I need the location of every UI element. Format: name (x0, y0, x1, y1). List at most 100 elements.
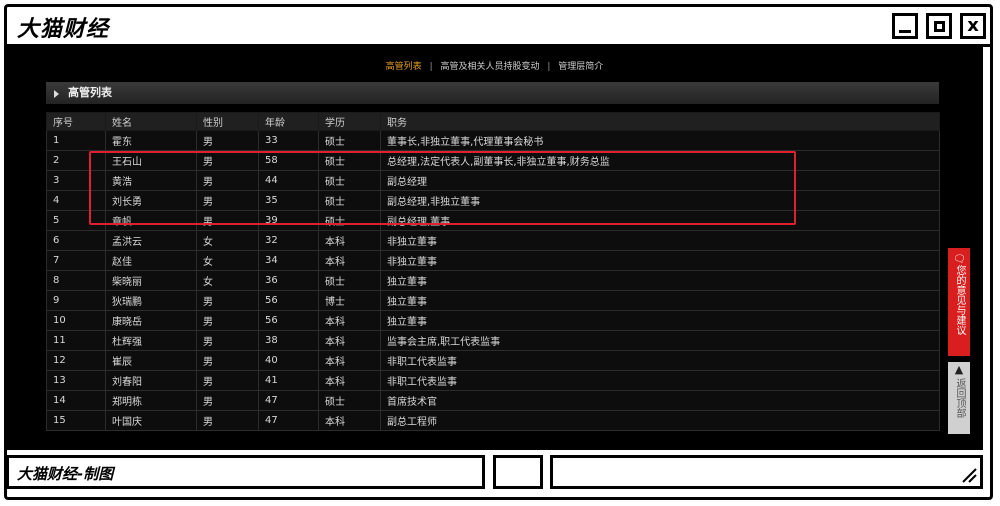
table-row: 10 康晓岳男 56 本科 独立董事 (46, 310, 940, 331)
content-area: 高管列表 | 高管及相关人员持股变动 | 管理层简介 高管列表 序号 姓名 性别… (6, 47, 983, 450)
cell-age: 34 (258, 250, 319, 271)
cell-index: 11 (46, 330, 106, 351)
cell-age: 38 (258, 330, 319, 351)
cell-gender: 男 (196, 330, 259, 351)
cell-name: 叶国庆 (105, 410, 197, 431)
cell-name: 霍东 (105, 130, 197, 151)
table-row: 3 黄浩男 44 硕士 副总经理 (46, 170, 940, 191)
minimize-button[interactable] (892, 13, 918, 39)
resize-grip-icon[interactable] (959, 465, 977, 483)
cell-age: 41 (258, 370, 319, 391)
cell-education: 本科 (318, 230, 381, 251)
cell-position: 独立董事 (380, 290, 940, 311)
app-title: 大猫财经 (17, 17, 110, 42)
cell-education: 硕士 (318, 390, 381, 411)
maximize-icon (933, 20, 945, 32)
cell-index: 3 (46, 170, 106, 191)
table-row: 12 崔辰男 40 本科 非职工代表监事 (46, 350, 940, 371)
chat-icon: 🗨 (954, 252, 965, 265)
cell-age: 36 (258, 270, 319, 291)
header-position: 职务 (380, 112, 940, 131)
section-header[interactable]: 高管列表 (46, 82, 939, 104)
cell-name: 章帆 (105, 210, 197, 231)
cell-index: 5 (46, 210, 106, 231)
cell-gender: 男 (196, 350, 259, 371)
table-row: 4 刘长勇男 35 硕士 副总经理,非独立董事 (46, 190, 940, 211)
cell-index: 13 (46, 370, 106, 391)
nav-shareholding-changes[interactable]: 高管及相关人员持股变动 (440, 62, 539, 72)
header-gender: 性别 (196, 112, 259, 131)
cell-position: 副总经理,董事 (380, 210, 940, 231)
table-row: 8 柴晓丽女 36 硕士 独立董事 (46, 270, 940, 291)
feedback-button[interactable]: 🗨 您的意见与建议 (948, 248, 970, 356)
cell-gender: 男 (196, 170, 259, 191)
table-row: 13 刘春阳男 41 本科 非职工代表监事 (46, 370, 940, 391)
triangle-right-icon (54, 90, 59, 98)
cell-gender: 女 (196, 250, 259, 271)
cell-name: 柴晓丽 (105, 270, 197, 291)
cell-gender: 男 (196, 190, 259, 211)
cell-name: 杜辉强 (105, 330, 197, 351)
cell-gender: 男 (196, 150, 259, 171)
header-name: 姓名 (105, 112, 197, 131)
cell-age: 58 (258, 150, 319, 171)
cell-name: 崔辰 (105, 350, 197, 371)
cell-position: 总经理,法定代表人,副董事长,非独立董事,财务总监 (380, 150, 940, 171)
cell-position: 非独立董事 (380, 230, 940, 251)
cell-education: 硕士 (318, 150, 381, 171)
header-education: 学历 (318, 112, 381, 131)
table-row: 9 狄瑞鹏男 56 博士 独立董事 (46, 290, 940, 311)
cell-position: 副总工程师 (380, 410, 940, 431)
header-age: 年龄 (258, 112, 319, 131)
cell-education: 本科 (318, 250, 381, 271)
cell-gender: 男 (196, 290, 259, 311)
cell-position: 非职工代表监事 (380, 350, 940, 371)
minimize-icon (899, 29, 911, 33)
status-bar-right (550, 455, 983, 489)
cell-age: 47 (258, 390, 319, 411)
nav-executive-list[interactable]: 高管列表 (386, 62, 422, 72)
cell-age: 40 (258, 350, 319, 371)
header-index: 序号 (46, 112, 106, 131)
table-row: 6 孟洪云女 32 本科 非独立董事 (46, 230, 940, 251)
title-bar: 大猫财经 x (7, 7, 990, 47)
cell-education: 硕士 (318, 170, 381, 191)
cell-index: 6 (46, 230, 106, 251)
cell-gender: 男 (196, 210, 259, 231)
cell-position: 副总经理,非独立董事 (380, 190, 940, 211)
feedback-label: 您的意见与建议 (954, 264, 965, 335)
nav-management-intro[interactable]: 管理层简介 (558, 62, 603, 72)
cell-age: 56 (258, 310, 319, 331)
table-row: 14 郑明栋男 47 硕士 首席技术官 (46, 390, 940, 411)
up-arrow-icon: ▲ (954, 363, 964, 376)
cell-gender: 女 (196, 270, 259, 291)
nav-separator: | (547, 62, 551, 72)
cell-position: 董事长,非独立董事,代理董事会秘书 (380, 130, 940, 151)
cell-age: 47 (258, 410, 319, 431)
cell-position: 独立董事 (380, 310, 940, 331)
cell-position: 首席技术官 (380, 390, 940, 411)
executive-table: 序号 姓名 性别 年龄 学历 职务 1 霍东男 33 硕士 董事长,非独立董事,代理董事… (46, 112, 940, 431)
cell-index: 15 (46, 410, 106, 431)
cell-age: 39 (258, 210, 319, 231)
footer-text: 大猫财经-制图 (17, 465, 114, 483)
cell-gender: 男 (196, 390, 259, 411)
cell-position: 非独立董事 (380, 250, 940, 271)
back-to-top-button[interactable]: ▲ 返回顶部 (948, 362, 970, 434)
cell-education: 本科 (318, 370, 381, 391)
cell-education: 本科 (318, 350, 381, 371)
cell-age: 35 (258, 190, 319, 211)
table-row: 11 杜辉强男 38 本科 监事会主席,职工代表监事 (46, 330, 940, 351)
cell-index: 10 (46, 310, 106, 331)
cell-education: 博士 (318, 290, 381, 311)
close-button[interactable]: x (960, 13, 986, 39)
cell-position: 副总经理 (380, 170, 940, 191)
cell-gender: 男 (196, 130, 259, 151)
close-icon: x (967, 15, 979, 36)
cell-name: 王石山 (105, 150, 197, 171)
maximize-button[interactable] (926, 13, 952, 39)
cell-age: 32 (258, 230, 319, 251)
cell-position: 独立董事 (380, 270, 940, 291)
cell-education: 本科 (318, 330, 381, 351)
cell-age: 56 (258, 290, 319, 311)
